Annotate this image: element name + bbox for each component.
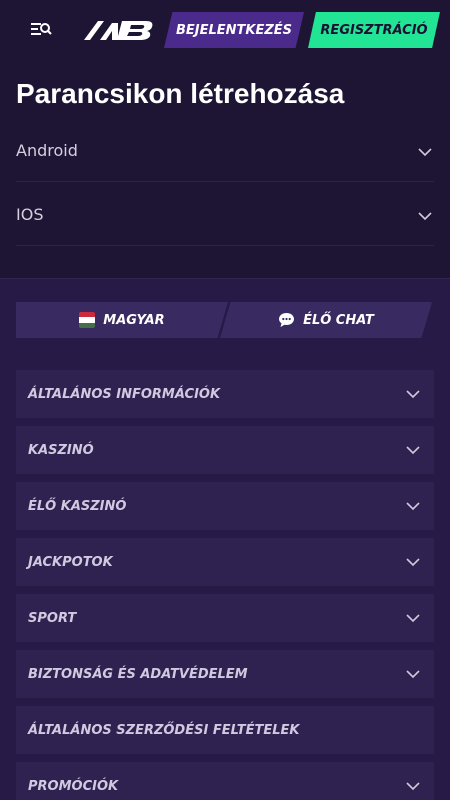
shortcut-panel: Parancsikon létrehozása Android IOS xyxy=(0,60,450,279)
section-label: ÁLTALÁNOS INFORMÁCIÓK xyxy=(28,387,221,402)
chevron-down-icon xyxy=(406,782,420,791)
section-live-casino[interactable]: ÉLŐ KASZINÓ xyxy=(16,482,434,530)
section-label: SPORT xyxy=(28,611,77,626)
chevron-down-icon xyxy=(406,390,420,399)
language-button[interactable]: MAGYAR xyxy=(16,302,228,338)
section-jackpots[interactable]: JACKPOTOK xyxy=(16,538,434,586)
login-button[interactable]: BEJELENTKEZÉS xyxy=(164,12,304,48)
chevron-down-icon xyxy=(406,670,420,679)
nb-logo[interactable] xyxy=(84,19,156,41)
section-label: PROMÓCIÓK xyxy=(28,779,119,794)
section-security-privacy[interactable]: BIZTONSÁG ÉS ADATVÉDELEM xyxy=(16,650,434,698)
android-label: Android xyxy=(16,141,78,160)
hungary-flag-icon xyxy=(79,312,96,328)
section-terms-conditions[interactable]: ÁLTALÁNOS SZERZŐDÉSI FELTÉTELEK xyxy=(16,706,434,754)
top-bar: BEJELENTKEZÉS REGISZTRÁCIÓ xyxy=(0,0,450,60)
chevron-down-icon xyxy=(406,558,420,567)
section-label: JACKPOTOK xyxy=(28,555,113,570)
language-label: MAGYAR xyxy=(103,312,165,328)
section-label: BIZTONSÁG ÉS ADATVÉDELEM xyxy=(28,667,248,682)
section-general-info[interactable]: ÁLTALÁNOS INFORMÁCIÓK xyxy=(16,370,434,418)
live-chat-label: ÉLŐ CHAT xyxy=(303,312,374,328)
chevron-down-icon xyxy=(418,148,432,157)
ios-label: IOS xyxy=(16,205,44,224)
chevron-down-icon xyxy=(406,502,420,511)
section-label: ÁLTALÁNOS SZERZŐDÉSI FELTÉTELEK xyxy=(28,723,300,738)
page-title: Parancsikon létrehozása xyxy=(16,78,345,109)
menu-search-icon[interactable] xyxy=(28,18,54,42)
live-chat-button[interactable]: ÉLŐ CHAT xyxy=(220,302,432,338)
chevron-down-icon xyxy=(406,614,420,623)
chevron-down-icon xyxy=(406,446,420,455)
section-label: ÉLŐ KASZINÓ xyxy=(28,499,127,514)
section-promotions[interactable]: PROMÓCIÓK xyxy=(16,762,434,800)
register-button[interactable]: REGISZTRÁCIÓ xyxy=(308,12,440,48)
chevron-down-icon xyxy=(418,212,432,221)
section-label: KASZINÓ xyxy=(28,443,94,458)
chat-bubble-icon xyxy=(279,313,295,327)
ios-option[interactable]: IOS xyxy=(16,184,434,246)
section-sport[interactable]: SPORT xyxy=(16,594,434,642)
android-option[interactable]: Android xyxy=(16,120,434,182)
section-casino[interactable]: KASZINÓ xyxy=(16,426,434,474)
